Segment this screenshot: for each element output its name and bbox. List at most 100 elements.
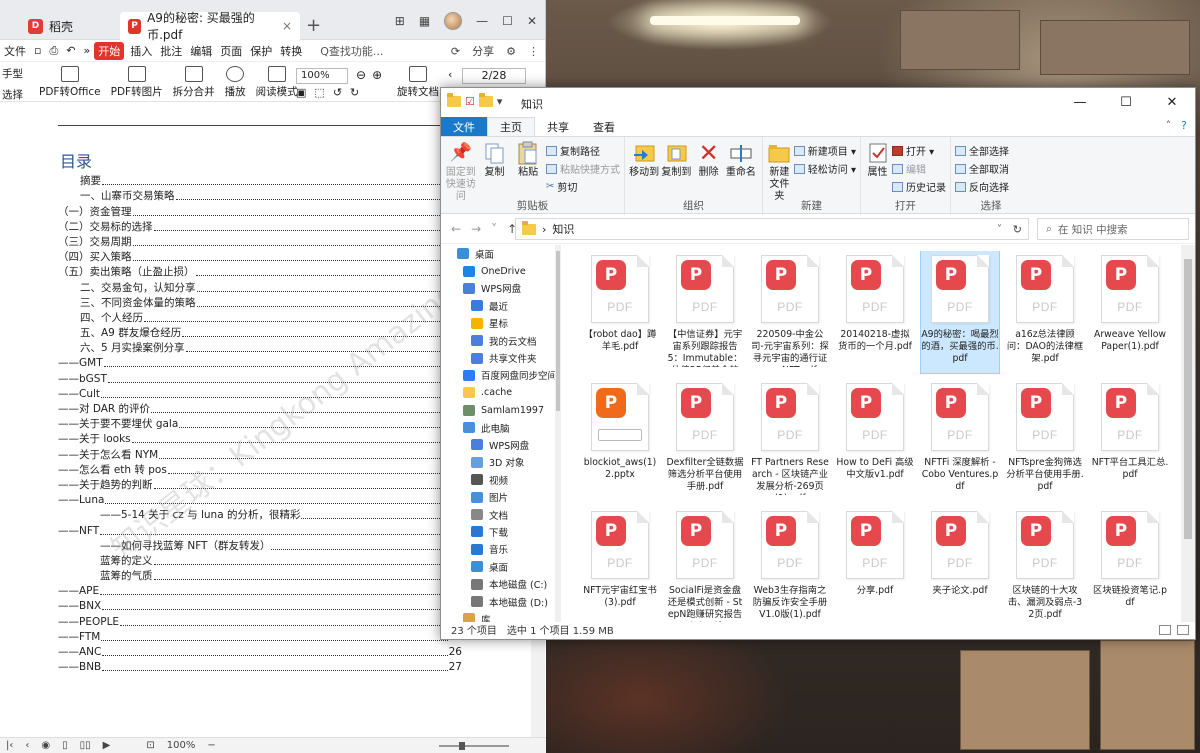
new-item-button[interactable]: 新建项目 ▾ [793,143,856,158]
first-page-icon[interactable]: |‹ [6,740,13,751]
nav-item[interactable]: 我的云文档 [441,332,561,349]
nav-item[interactable]: 共享文件夹 [441,349,561,366]
scrollbar-thumb[interactable] [1184,259,1192,539]
toc-entry[interactable]: ——如何寻找蓝筹 NFT（群友转发） [58,538,462,553]
toc-entry[interactable]: ——关于要不要埋伏 gala [58,416,462,432]
menu-start[interactable]: 开始 [94,41,125,60]
new-folder-icon[interactable] [478,93,493,107]
toc-entry[interactable]: ——5-14 关于 cz 与 luna 的分析，很精彩 [58,507,462,523]
nav-item[interactable]: 本地磁盘 (D:) [441,593,561,610]
nav-item[interactable]: Samlam1997 [441,402,561,419]
select-all-button[interactable]: 全部选择 [955,143,1009,158]
nav-item[interactable]: OneDrive [441,262,561,279]
toc-entry[interactable]: ——bGST [58,370,462,386]
menu-edit[interactable]: 编辑 [186,43,216,59]
close-icon[interactable]: × [282,19,292,33]
file-item[interactable]: P PDF 220509-中金公司-元宇宙系列：探寻元宇宙的通行证——NFT.pdf [751,251,829,373]
menu-protect[interactable]: 保护 [246,43,276,59]
nav-item[interactable]: 星标 [441,315,561,332]
share-button[interactable]: 分享 [472,43,494,59]
toc-entry[interactable]: （一）资金管理 [58,203,462,219]
file-item[interactable]: Pblockiot_aws(1)2.pptx [581,379,659,501]
avatar[interactable] [444,12,463,30]
file-item[interactable]: P PDF 区块链投资笔记.pdf [1091,507,1169,622]
tab-home[interactable]: 主页 [487,117,535,136]
print-icon[interactable]: ⎙ [45,44,62,58]
toc-entry[interactable]: 五、A9 群友爆仓经历 [58,325,462,341]
nav-item[interactable]: 最近 [441,297,561,314]
cut-button[interactable]: ✂ 剪切 [546,179,620,194]
toc-entry[interactable]: 六、5 月实操案例分享 [58,340,462,356]
file-item[interactable]: P PDF SocialFi是资金盘还是模式创新 - StepN跑赚研究报告(1).… [666,507,744,622]
minimize-icon[interactable]: — [1057,88,1103,117]
maximize-icon[interactable]: ☐ [1103,88,1149,117]
rotate-right-icon[interactable]: ↻ [350,86,359,99]
large-icons-view-icon[interactable] [1177,624,1189,635]
history-button[interactable]: 历史记录 [892,179,946,194]
undo-icon[interactable]: ↶ [62,44,79,57]
settings-icon[interactable]: ⚙ [506,45,516,58]
nav-item[interactable]: 音乐 [441,541,561,558]
toc-entry[interactable]: （二）交易标的选择 [58,219,462,234]
properties-icon[interactable]: ☑ [465,95,475,108]
details-view-icon[interactable] [1159,624,1171,635]
nav-item[interactable]: 下载 [441,523,561,540]
actual-size-icon[interactable]: ▣ [296,86,306,99]
toc-entry[interactable]: ——ANC 26 [58,644,462,659]
maximize-icon[interactable]: ☐ [502,14,513,28]
refresh-icon[interactable]: ↻ [1013,223,1022,236]
toc-entry[interactable]: 三、不同资金体量的策略 [58,295,462,310]
file-item[interactable]: P PDF NFTFi 深度解析 - Cobo Ventures.pdf [921,379,999,501]
toc-entry[interactable]: 摘要 [58,173,462,189]
toc-entry[interactable]: 蓝筹的气质 [58,568,462,584]
nav-item[interactable]: 文档 [441,506,561,523]
zoom-slider-knob[interactable] [459,742,465,750]
nav-item[interactable]: 此电脑 [441,419,561,436]
toc-entry[interactable]: ——关于趋势的判断 [58,477,462,492]
grid-icon[interactable]: ▦ [419,14,430,28]
toc-entry[interactable]: 四、个人经历 [58,310,462,325]
fit-page-icon[interactable]: ⬚ [314,86,324,99]
nav-item[interactable]: WPS网盘 [441,436,561,453]
page-number-input[interactable]: 2/28 [462,68,526,84]
nav-item[interactable]: 桌面 [441,245,561,262]
more-icon[interactable]: ⋮ [528,45,539,58]
file-item[interactable]: P PDF Arweave Yellow Paper(1).pdf [1091,251,1169,373]
tab-pdf-document[interactable]: P A9的秘密: 买最强的币.pdf × [120,11,300,42]
menu-comment[interactable]: 批注 [156,43,186,59]
menu-page[interactable]: 页面 [216,43,246,59]
nav-item[interactable]: 视频 [441,471,561,488]
file-item[interactable]: P PDF NFT元宇宙红宝书(3).pdf [581,507,659,622]
file-item[interactable]: P PDF Dexfilter全链数据筛选分析平台使用手册.pdf [666,379,744,501]
rotate-left-icon[interactable]: ↺ [333,86,342,99]
toc-entry[interactable]: 二、交易金句，认知分享 [58,279,462,295]
minimize-icon[interactable]: — [476,14,488,28]
recent-locations-icon[interactable]: ˅ [491,222,497,236]
pdf-to-office-button[interactable]: PDF转Office [39,66,101,99]
chevron-down-icon[interactable]: ˅ [997,224,1002,235]
close-icon[interactable]: ✕ [1149,88,1195,117]
nav-item[interactable]: 百度网盘同步空间 [441,367,561,384]
nav-item[interactable]: 3D 对象 [441,454,561,471]
file-item[interactable]: P PDF a16z总法律顾问：DAO的法律框架.pdf [1006,251,1084,373]
tab-view[interactable]: 查看 [581,117,627,136]
menu-file[interactable]: 文件 [0,43,30,59]
reading-mode-button[interactable]: 阅读模式 [256,66,298,99]
pdf-to-image-button[interactable]: PDF转图片 [111,66,163,99]
tab-share[interactable]: 共享 [535,117,581,136]
close-icon[interactable]: ✕ [527,14,537,28]
file-item[interactable]: P PDF 20140218-虚拟货币的一个月.pdf [836,251,914,373]
play-button[interactable]: 播放 [225,66,246,99]
toc-entry[interactable]: ——Cult [58,386,462,401]
toc-entry[interactable]: ——关于 looks [58,431,462,447]
nav-item[interactable]: 本地磁盘 (C:) [441,575,561,592]
nav-item[interactable]: 桌面 [441,558,561,575]
chevron-down-icon[interactable]: ▾ [497,95,503,108]
expand-menu[interactable]: » [80,44,95,57]
menu-convert[interactable]: 转换 [276,43,306,59]
toc-entry[interactable]: ——PEOPLE [58,613,462,629]
chevron-right-icon[interactable]: › [542,223,546,236]
zoom-out-icon[interactable]: ⊖ [356,68,366,82]
prev-page-icon[interactable]: ‹ [448,68,452,81]
present-icon[interactable]: ▶ [103,740,111,751]
